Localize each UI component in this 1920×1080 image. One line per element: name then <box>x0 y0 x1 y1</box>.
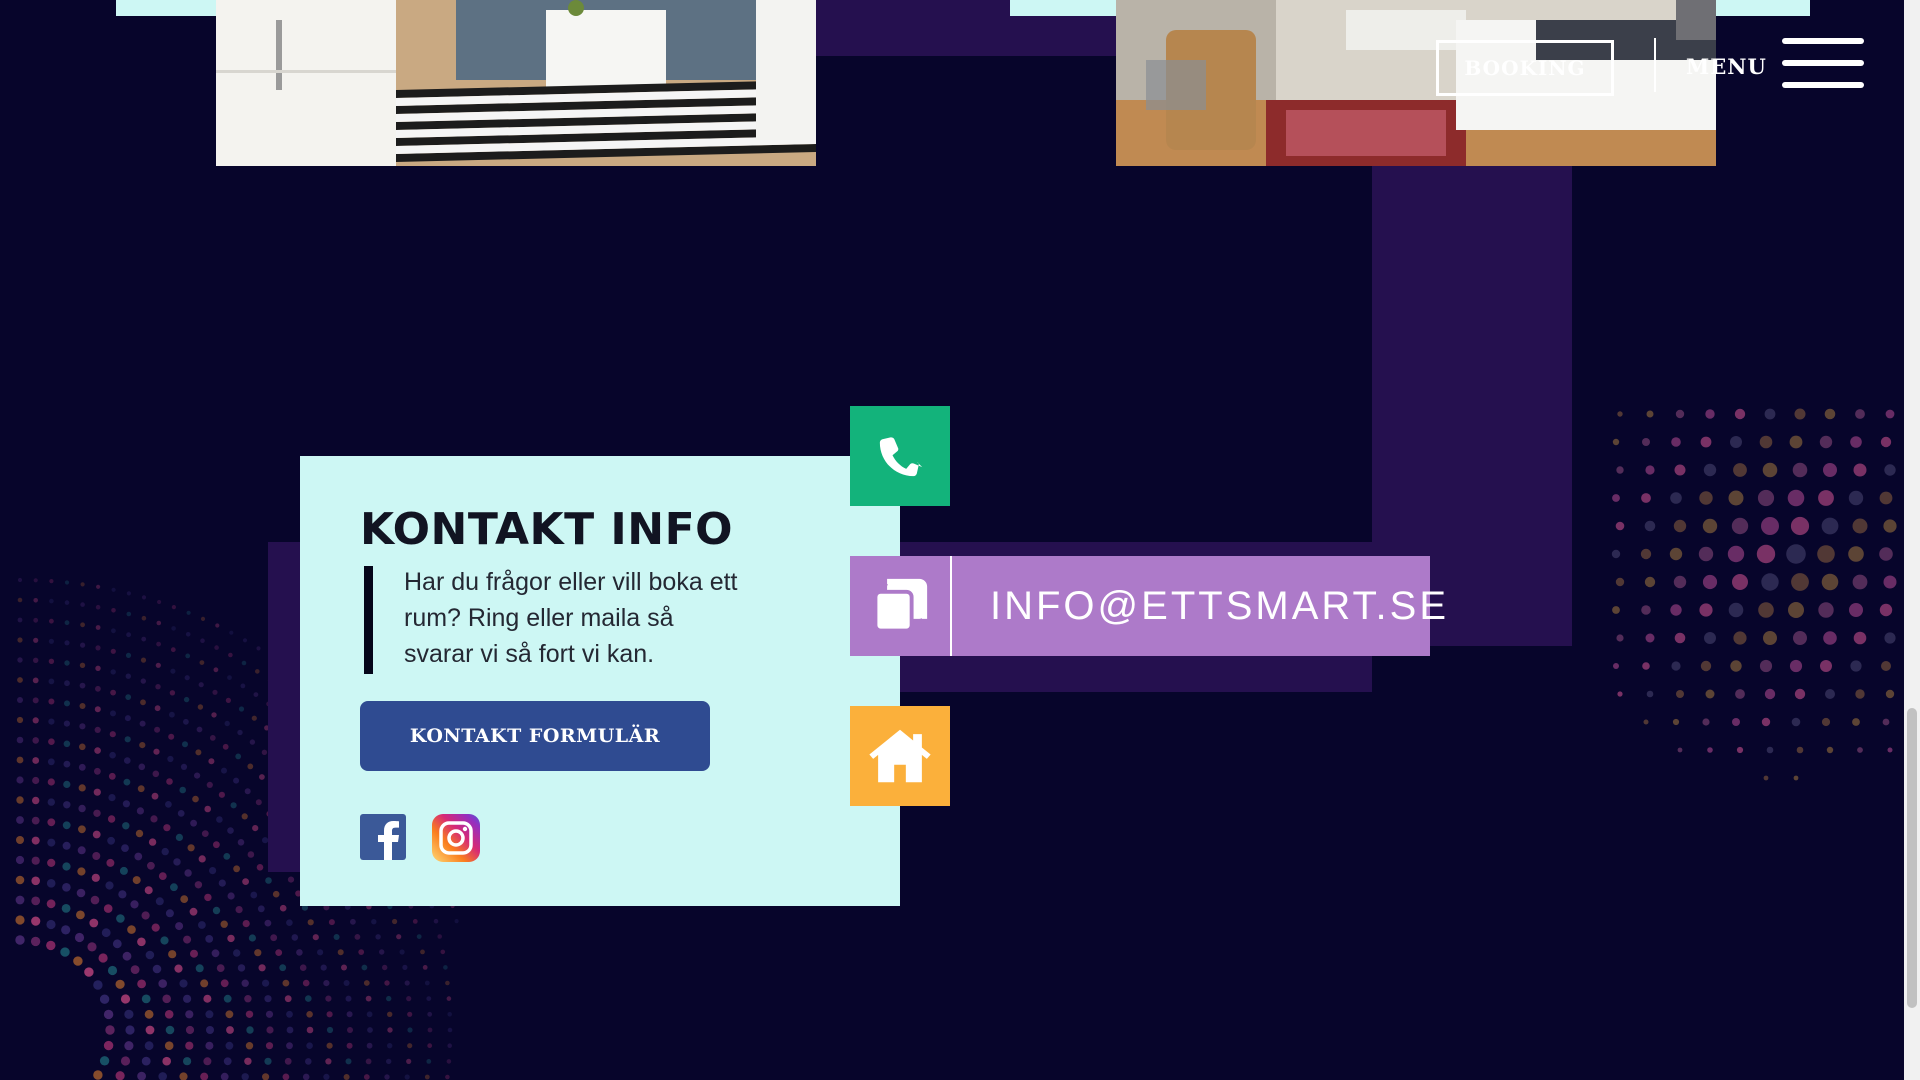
booking-button[interactable]: BOOKING <box>1436 40 1614 96</box>
quote-bar <box>364 566 373 674</box>
contact-form-button[interactable]: KONTAKT FORMULÄR <box>360 701 710 771</box>
phone-tile[interactable] <box>850 406 950 506</box>
apartment-photo-living-room <box>216 0 816 166</box>
apartment-photo-bedroom <box>1116 0 1716 166</box>
instagram-icon[interactable] <box>432 814 480 862</box>
contact-description: Har du frågor eller vill boka ett rum? R… <box>404 568 738 668</box>
contact-card: KONTAKT INFO Har du frågor eller vill bo… <box>300 456 900 906</box>
home-icon <box>869 729 931 783</box>
header-divider <box>1654 38 1656 92</box>
scrollbar-thumb[interactable] <box>1907 708 1917 1008</box>
email-separator <box>950 556 952 656</box>
email-link[interactable]: INFO@ETTSMART.SE <box>850 556 1446 656</box>
address-tile[interactable] <box>850 706 950 806</box>
email-tile <box>850 556 950 656</box>
email-address[interactable]: INFO@ETTSMART.SE <box>990 556 1449 656</box>
dot-pattern-right <box>1611 408 1897 781</box>
copy-icon <box>873 578 928 633</box>
phone-icon <box>879 437 923 477</box>
menu-label[interactable]: MENU <box>1686 54 1767 79</box>
facebook-icon[interactable] <box>360 814 406 860</box>
contact-title: KONTAKT INFO <box>360 504 734 555</box>
hamburger-menu-icon[interactable] <box>1782 38 1864 88</box>
